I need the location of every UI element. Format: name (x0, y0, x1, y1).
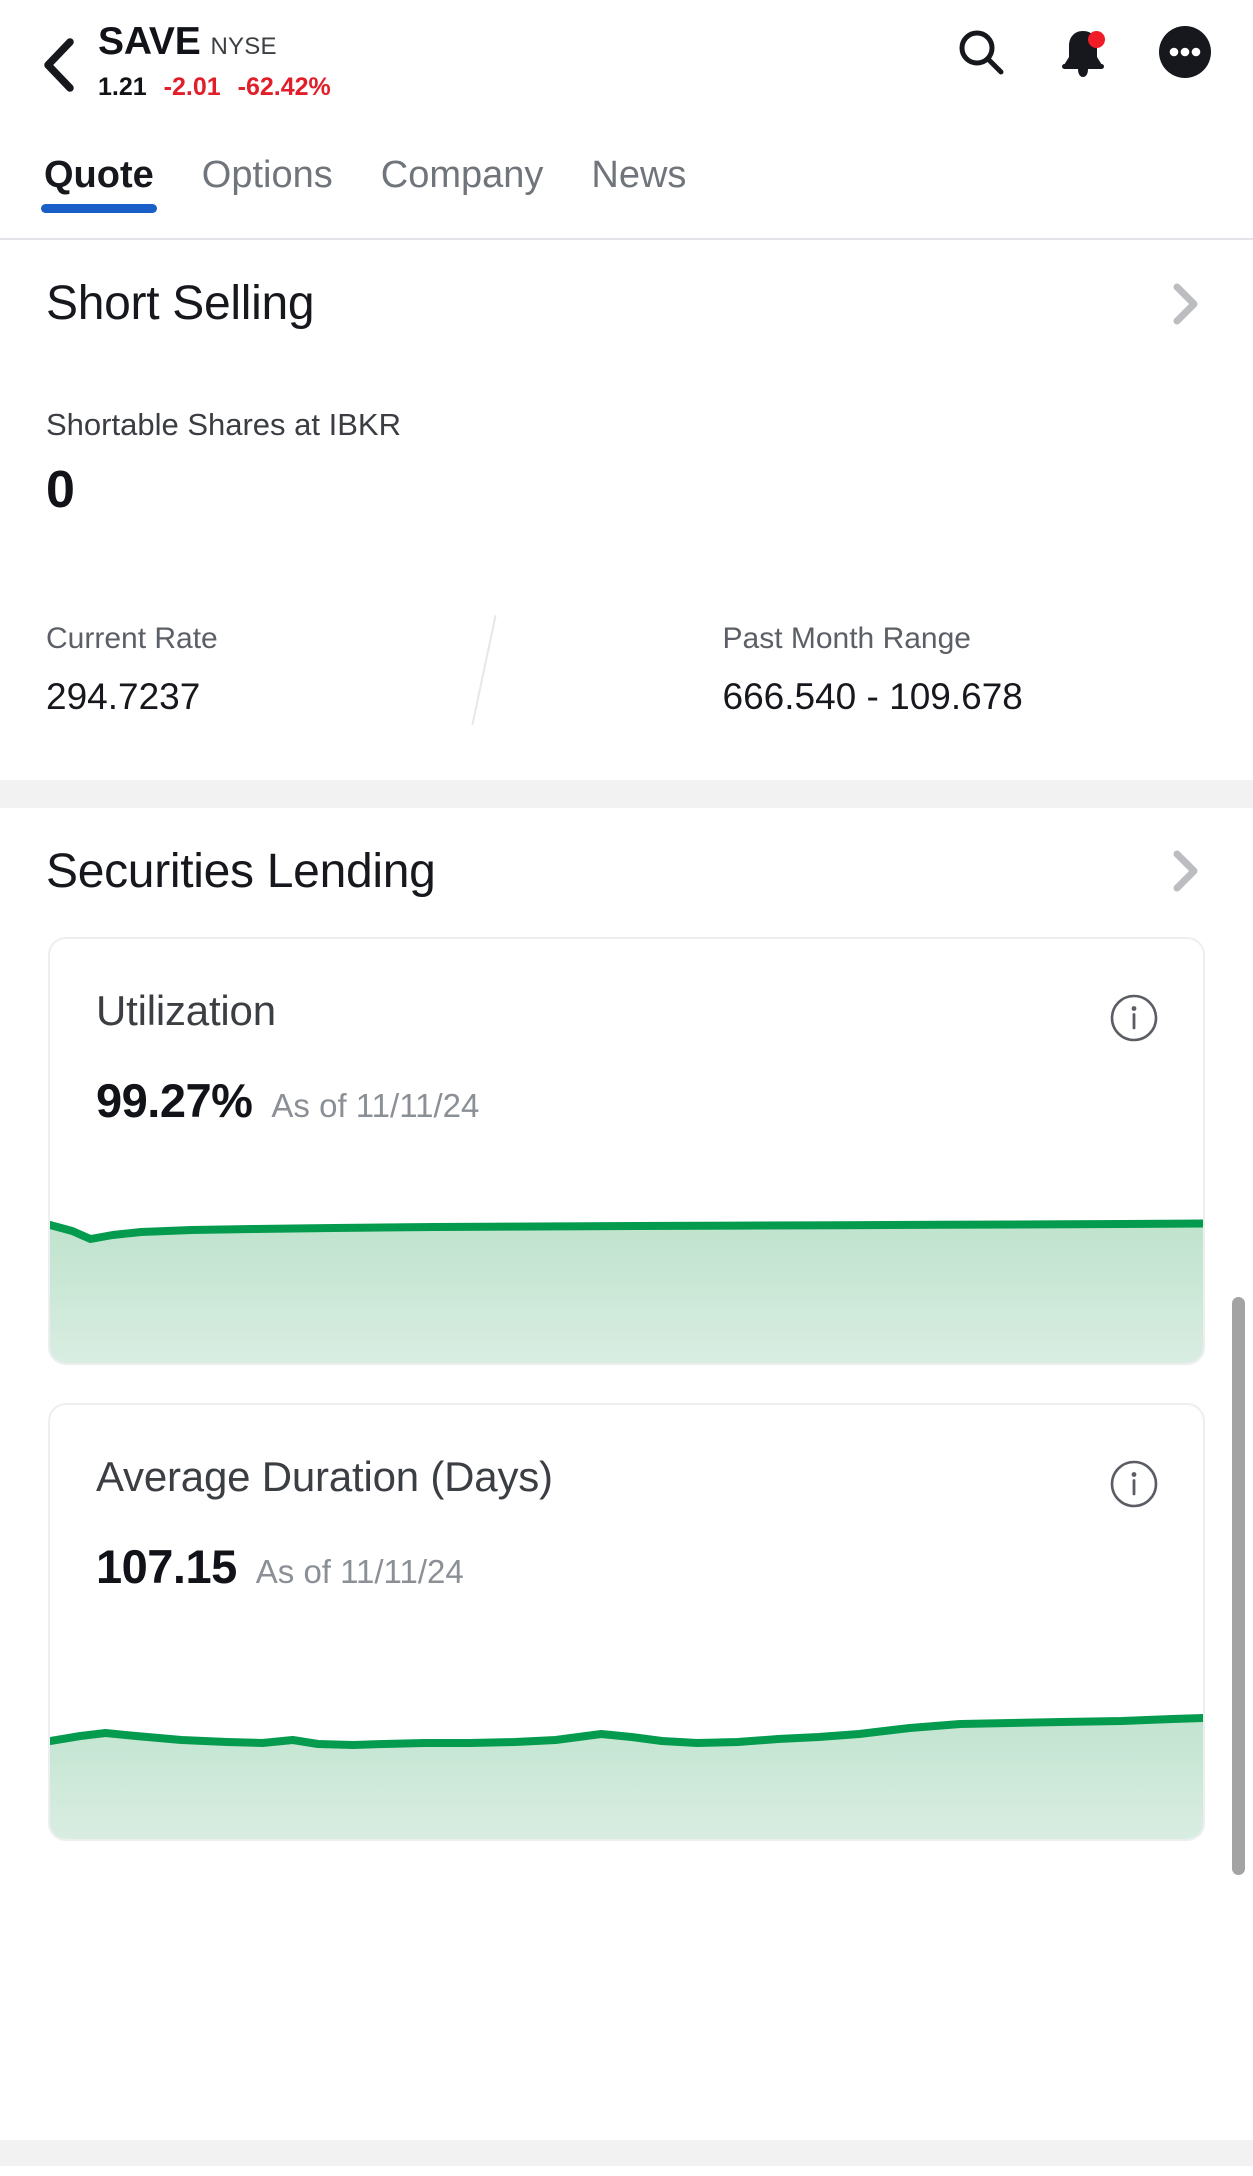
section-separator-band (0, 779, 1253, 808)
tab-news[interactable]: News (591, 150, 686, 197)
utilization-sparkline-chart (50, 1213, 1203, 1363)
securities-lending-header[interactable]: Securities Lending (0, 808, 1253, 899)
tab-quote[interactable]: Quote (41, 150, 157, 213)
last-price: 1.21 (98, 72, 147, 101)
average-duration-card[interactable]: Average Duration (Days) 107.15 As of 11/… (48, 1402, 1205, 1841)
symbol-identity: SAVE NYSE (98, 20, 953, 63)
quote-line: 1.21 -2.01 -62.42% (98, 73, 953, 102)
securities-lending-section: Securities Lending Utilization 99.27% As… (0, 807, 1253, 1841)
tab-options[interactable]: Options (202, 150, 333, 197)
short-selling-section: Short Selling Shortable Shares at IBKR 0… (0, 240, 1253, 780)
back-button[interactable] (28, 20, 90, 110)
chevron-right-icon[interactable] (1161, 280, 1209, 328)
price-change: -2.01 (163, 72, 221, 101)
shortable-shares-label: Shortable Shares at IBKR (46, 407, 401, 442)
symbol-block: SAVE NYSE 1.21 -2.01 -62.42% (98, 20, 953, 102)
tab-label: News (591, 154, 687, 196)
notification-badge-dot (1088, 31, 1105, 48)
stat-label: Current Rate (46, 621, 218, 655)
securities-lending-title: Securities Lending (46, 844, 436, 898)
utilization-card[interactable]: Utilization 99.27% As of 11/11/24 (48, 936, 1205, 1365)
average-duration-as-of: As of 11/11/24 (255, 1552, 464, 1590)
info-circle-icon[interactable] (1107, 991, 1161, 1045)
short-selling-title: Short Selling (46, 277, 315, 330)
info-circle-icon[interactable] (1107, 1457, 1161, 1511)
notifications-button[interactable] (1055, 26, 1111, 82)
average-duration-title: Average Duration (Days) (96, 1452, 553, 1500)
tab-company[interactable]: Company (381, 150, 544, 197)
utilization-value: 99.27% (96, 1073, 253, 1127)
price-change-percent: -62.42% (237, 72, 331, 101)
stat-current-rate: Current Rate 294.7237 (46, 622, 627, 718)
average-duration-value: 107.15 (96, 1539, 237, 1593)
short-selling-stats: Current Rate 294.7237 Past Month Range 6… (46, 614, 1208, 780)
tab-bar: Quote Options Company News (0, 150, 1253, 240)
chevron-right-icon[interactable] (1161, 847, 1209, 895)
more-options-button[interactable] (1157, 24, 1213, 85)
stat-label: Past Month Range (722, 621, 971, 655)
more-options-icon (1157, 24, 1213, 85)
tab-label: Quote (44, 154, 154, 196)
short-selling-header[interactable]: Short Selling (0, 240, 1253, 331)
short-selling-body: Shortable Shares at IBKR 0 Current Rate … (0, 407, 1253, 780)
card-value-row: 107.15 As of 11/11/24 (50, 1511, 1203, 1594)
average-duration-sparkline-chart (50, 1709, 1203, 1839)
ticker-symbol: SAVE (98, 20, 201, 63)
utilization-as-of: As of 11/11/24 (271, 1086, 480, 1124)
app-header: SAVE NYSE 1.21 -2.01 -62.42% (0, 0, 1253, 150)
exchange-label: NYSE (210, 33, 277, 60)
bottom-separator-band (0, 2140, 1253, 2166)
shortable-shares-value: 0 (46, 461, 75, 519)
card-value-row: 99.27% As of 11/11/24 (50, 1045, 1203, 1128)
card-header: Utilization (50, 939, 1203, 1045)
stat-past-month-range: Past Month Range 666.540 - 109.678 (627, 622, 1208, 718)
metric-cards: Utilization 99.27% As of 11/11/24 Averag… (0, 936, 1253, 1841)
securities-lending-screen: SAVE NYSE 1.21 -2.01 -62.42% Quote Optio… (0, 0, 1253, 2176)
utilization-title: Utilization (96, 986, 276, 1034)
search-button[interactable] (953, 26, 1009, 82)
stat-value: 666.540 - 109.678 (722, 675, 1023, 717)
scrollbar-thumb[interactable] (1232, 1297, 1245, 1875)
header-actions (953, 24, 1213, 85)
tab-label: Company (380, 154, 544, 196)
card-header: Average Duration (Days) (50, 1405, 1203, 1511)
stat-value: 294.7237 (46, 675, 201, 717)
chevron-left-icon (38, 36, 80, 94)
search-icon (954, 25, 1008, 84)
tab-label: Options (201, 154, 333, 196)
